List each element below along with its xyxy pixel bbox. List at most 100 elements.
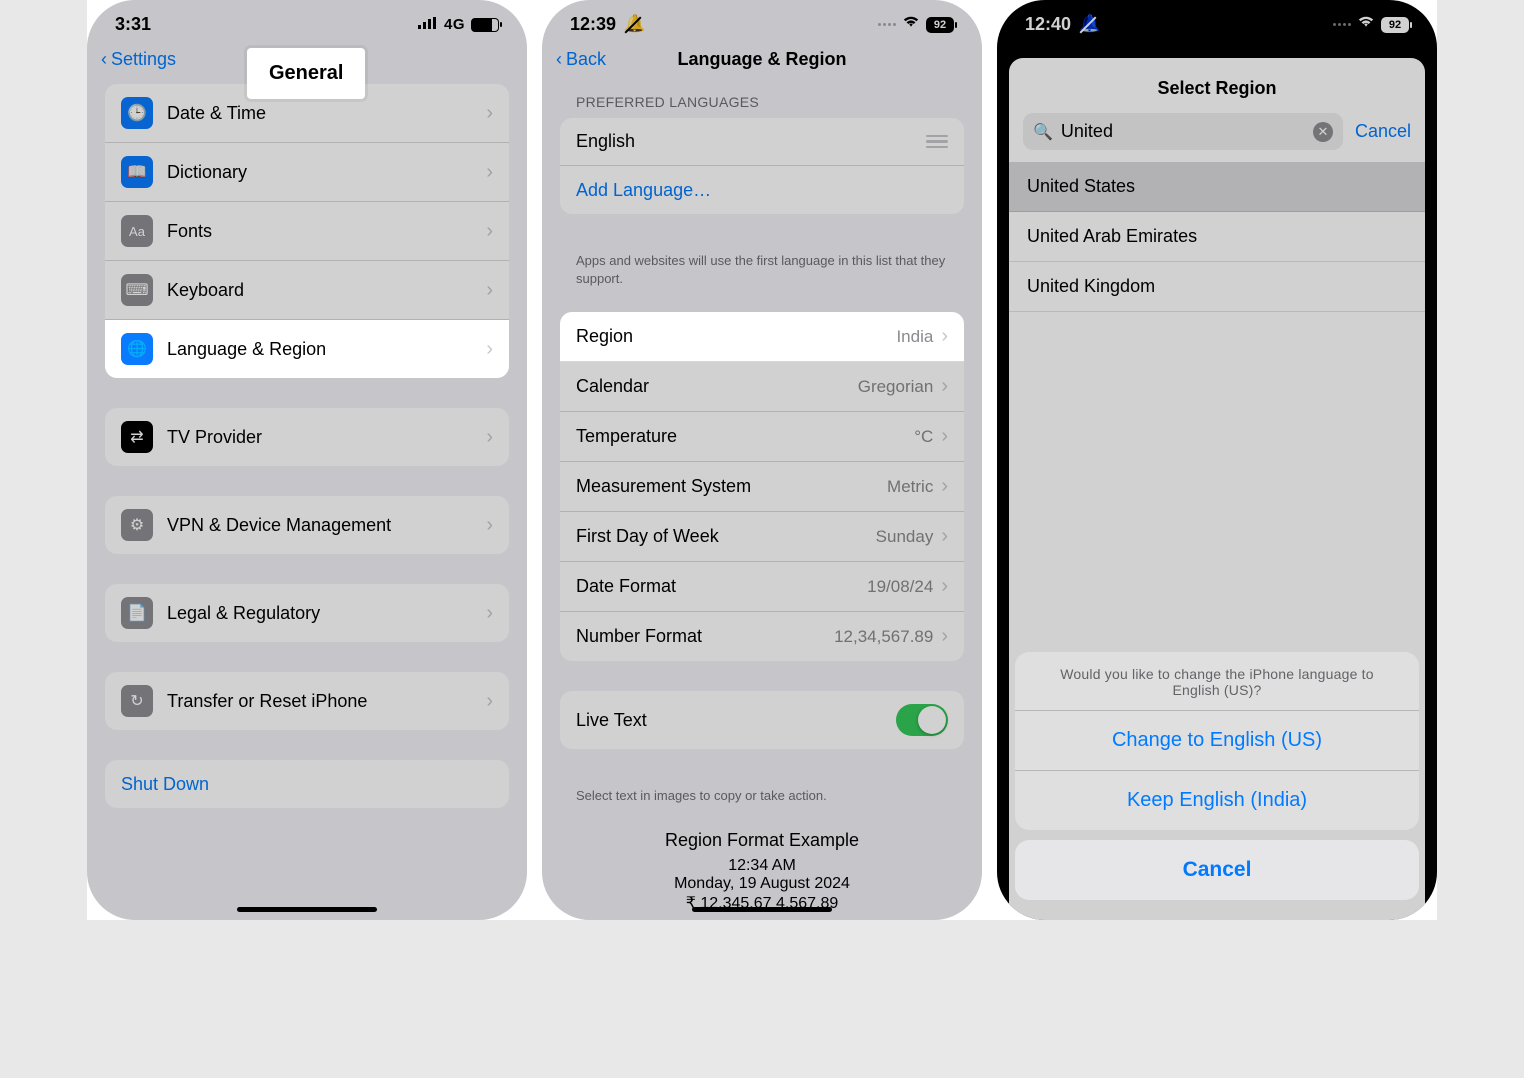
legal-row[interactable]: 📄 Legal & Regulatory› — [105, 584, 509, 642]
dictionary-label: Dictionary — [167, 162, 486, 183]
calendar-row[interactable]: CalendarGregorian› — [560, 362, 964, 412]
search-icon: 🔍 — [1033, 122, 1053, 142]
shutdown-row[interactable]: Shut Down — [105, 760, 509, 808]
language-region-label: Language & Region — [167, 339, 486, 360]
sheet-title: Select Region — [1009, 58, 1425, 113]
live-text-row[interactable]: Live Text — [560, 691, 964, 749]
home-indicator[interactable] — [237, 907, 377, 912]
temperature-row[interactable]: Temperature°C› — [560, 412, 964, 462]
date-time-icon: 🕒 — [121, 97, 153, 129]
temperature-value: °C — [914, 427, 933, 447]
chevron-right-icon: › — [941, 325, 948, 348]
keyboard-row[interactable]: ⌨Keyboard› — [105, 261, 509, 320]
alert-cancel-button[interactable]: Cancel — [1015, 840, 1419, 900]
chevron-right-icon: › — [486, 220, 493, 243]
legal-label: Legal & Regulatory — [167, 603, 486, 624]
battery-icon: 92 — [1381, 17, 1409, 33]
vpn-device-row[interactable]: ⚙VPN & Device Management› — [105, 496, 509, 554]
wifi-icon — [902, 15, 920, 34]
date-format-row[interactable]: Date Format19/08/24 › — [560, 562, 964, 612]
chevron-right-icon: › — [941, 575, 948, 598]
transfer-reset-icon: ↻ — [121, 685, 153, 717]
example-time: 12:34 AM — [560, 857, 964, 875]
dots-icon — [878, 23, 896, 26]
network-label: 4G — [444, 16, 465, 33]
live-text-footer: Select text in images to copy or take ac… — [542, 779, 982, 811]
keep-english-india-button[interactable]: Keep English (India) — [1015, 770, 1419, 830]
measurement-label: Measurement System — [576, 476, 887, 497]
nav-title: Language & Region — [677, 49, 846, 70]
region-value: India — [896, 327, 933, 347]
chevron-right-icon: › — [486, 426, 493, 449]
result-united-states[interactable]: United States — [1009, 162, 1425, 212]
calendar-value: Gregorian — [858, 377, 934, 397]
back-button[interactable]: ‹ Settings — [101, 49, 176, 70]
chevron-right-icon: › — [486, 102, 493, 125]
english-row[interactable]: English — [560, 118, 964, 166]
clear-icon[interactable]: ✕ — [1313, 122, 1333, 142]
search-query: United — [1061, 121, 1305, 142]
drag-handle-icon[interactable] — [926, 135, 948, 149]
tv-provider-icon: ⇄ — [121, 421, 153, 453]
chevron-right-icon: › — [941, 625, 948, 648]
keyboard-label: Keyboard — [167, 280, 486, 301]
date-format-label: Date Format — [576, 576, 867, 597]
first-day-label: First Day of Week — [576, 526, 876, 547]
number-format-row[interactable]: Number Format12,34,567.89 › — [560, 612, 964, 661]
back-label: Settings — [111, 49, 176, 70]
home-indicator[interactable] — [692, 907, 832, 912]
search-input[interactable]: 🔍 United ✕ — [1023, 113, 1343, 150]
transfer-reset-row[interactable]: ↻Transfer or Reset iPhone› — [105, 672, 509, 730]
keyboard-icon: ⌨ — [121, 274, 153, 306]
battery-icon — [471, 18, 499, 32]
measurement-row[interactable]: Measurement SystemMetric › — [560, 462, 964, 512]
add-language-row[interactable]: Add Language… — [560, 166, 964, 214]
chevron-right-icon: › — [486, 161, 493, 184]
first-day-row[interactable]: First Day of WeekSunday › — [560, 512, 964, 562]
dictionary-row[interactable]: 📖 Dictionary› — [105, 143, 509, 202]
dictionary-icon: 📖 — [121, 156, 153, 188]
status-bar: 12:40 92 — [997, 0, 1437, 39]
back-label: Back — [566, 49, 606, 70]
chevron-right-icon: › — [941, 525, 948, 548]
dots-icon — [1333, 23, 1351, 26]
chevron-right-icon: › — [486, 690, 493, 713]
chevron-right-icon: › — [486, 602, 493, 625]
number-format-value: 12,34,567.89 — [834, 627, 933, 647]
legal-icon: 📄 — [121, 597, 153, 629]
tv-provider-row[interactable]: ⇄ TV Provider› — [105, 408, 509, 466]
number-format-label: Number Format — [576, 626, 834, 647]
live-text-label: Live Text — [576, 710, 896, 731]
chevron-right-icon: › — [941, 425, 948, 448]
fonts-icon: Aa — [121, 215, 153, 247]
clock: 3:31 — [115, 14, 151, 35]
wifi-icon — [1357, 15, 1375, 34]
status-bar: 12:39 92 — [542, 0, 982, 39]
cancel-button[interactable]: Cancel — [1355, 121, 1411, 142]
nav-bar: ‹ Back Language & Region — [542, 39, 982, 84]
chevron-right-icon: › — [941, 475, 948, 498]
general-title-highlight: General — [247, 48, 365, 99]
clock: 12:40 — [1025, 14, 1071, 35]
date-format-value: 19/08/24 — [867, 577, 933, 597]
back-button[interactable]: ‹ Back — [556, 49, 606, 70]
result-uae[interactable]: United Arab Emirates — [1009, 212, 1425, 262]
fonts-row[interactable]: AaFonts› — [105, 202, 509, 261]
example-date: Monday, 19 August 2024 — [560, 875, 964, 893]
live-text-toggle[interactable] — [896, 704, 948, 736]
first-day-value: Sunday — [876, 527, 934, 547]
phone-language-region: 12:39 92 ‹ Back Language & Region PREFER… — [542, 0, 982, 920]
phone-select-region: 12:40 92 Select Region 🔍 United ✕ Cancel… — [997, 0, 1437, 920]
add-language-label: Add Language… — [576, 180, 711, 201]
language-region-row[interactable]: 🌐Language & Region› — [105, 320, 509, 378]
preferred-languages-footer: Apps and websites will use the first lan… — [542, 244, 982, 294]
region-label: Region — [576, 326, 896, 347]
region-row[interactable]: RegionIndia › — [560, 312, 964, 362]
chevron-right-icon: › — [486, 514, 493, 537]
change-english-us-button[interactable]: Change to English (US) — [1015, 710, 1419, 770]
tv-provider-label: TV Provider — [167, 427, 486, 448]
measurement-value: Metric — [887, 477, 933, 497]
silent-icon — [1079, 16, 1097, 34]
result-uk[interactable]: United Kingdom — [1009, 262, 1425, 312]
region-format-example: Region Format Example 12:34 AM Monday, 1… — [542, 812, 982, 913]
